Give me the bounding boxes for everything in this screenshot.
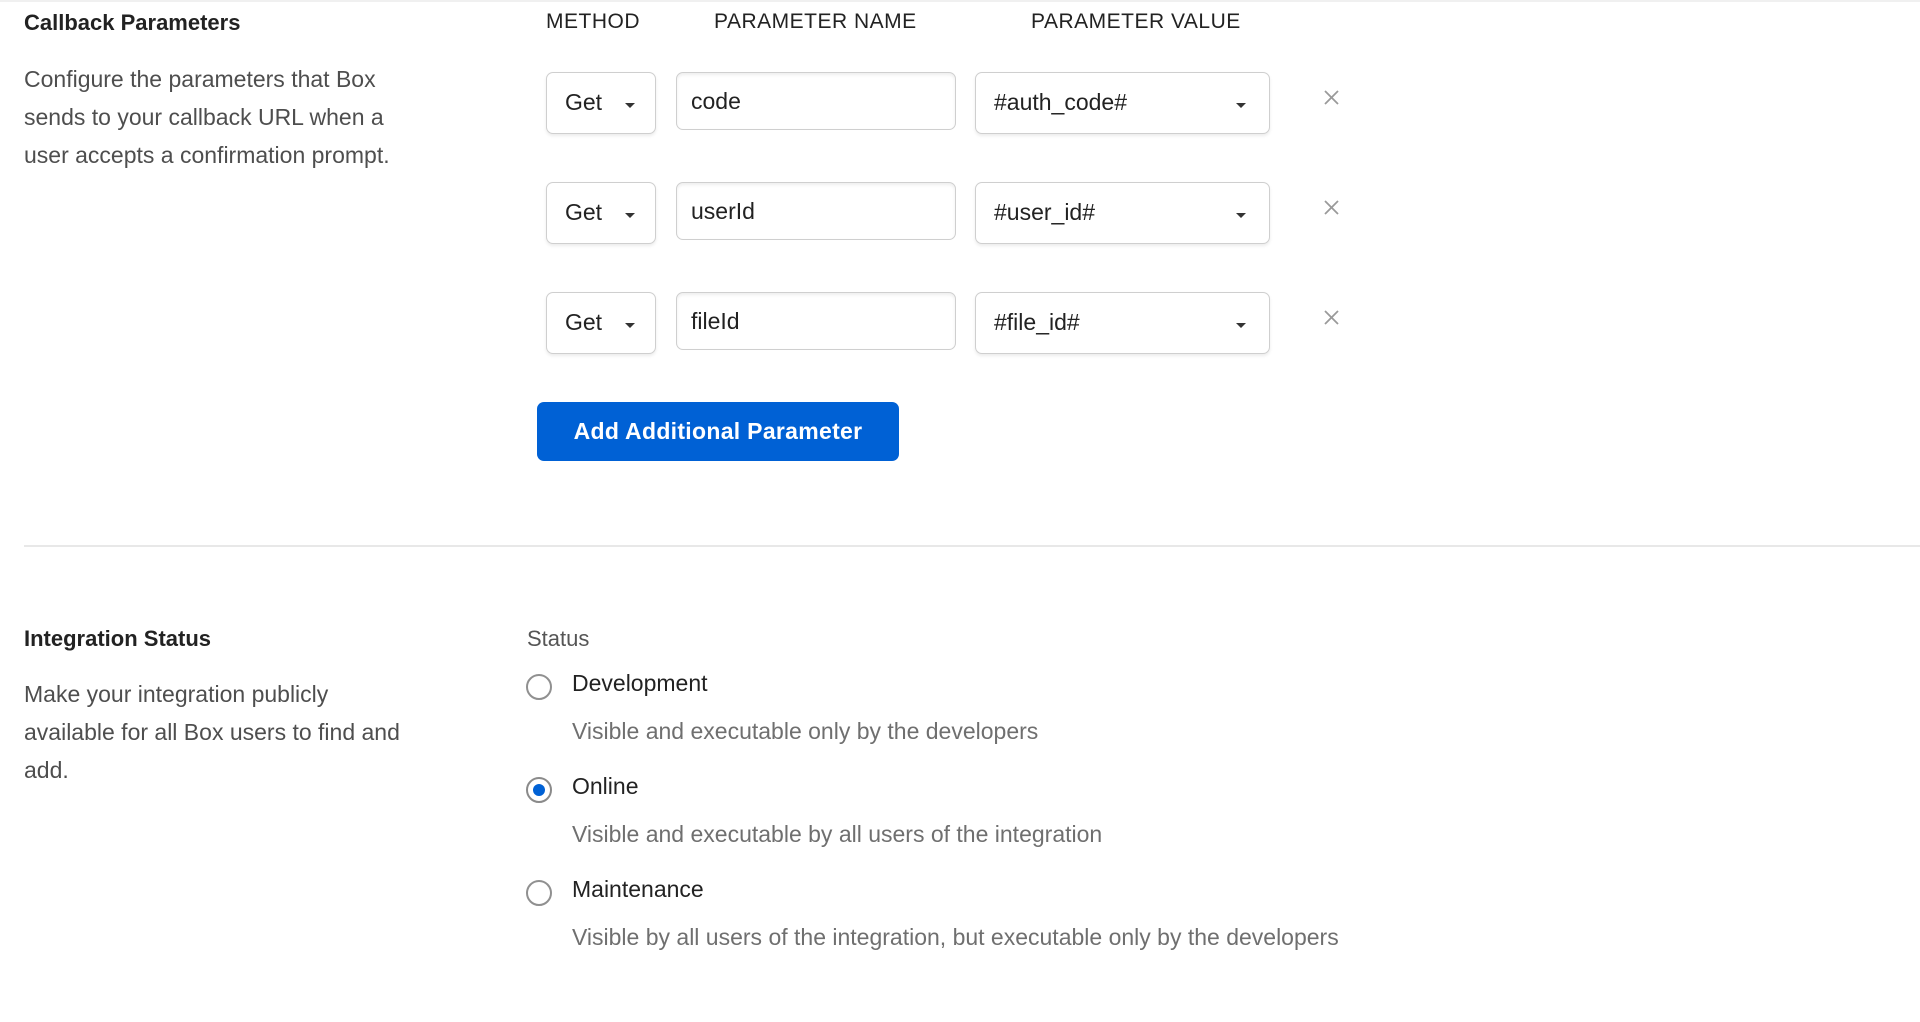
parameter-name-input[interactable] xyxy=(676,72,956,130)
callback-section-title: Callback Parameters xyxy=(24,10,241,35)
description-line: Configure the parameters that Box xyxy=(24,66,376,92)
description-line: sends to your callback URL when a xyxy=(24,104,384,130)
radio-development[interactable] xyxy=(526,674,552,700)
radio-help-text: Visible and executable only by the devel… xyxy=(572,718,1039,744)
caret-down-icon xyxy=(625,323,635,328)
radio-label[interactable]: Maintenance xyxy=(572,876,704,903)
caret-down-icon xyxy=(1236,213,1246,218)
parameter-name-input[interactable] xyxy=(676,182,956,240)
radio-help-text: Visible by all users of the integration,… xyxy=(572,924,1339,950)
parameter-row: Get #auth_code# xyxy=(546,72,1366,136)
caret-down-icon xyxy=(1236,103,1246,108)
caret-down-icon xyxy=(625,213,635,218)
method-column-header: METHOD xyxy=(546,10,640,33)
method-value: Get xyxy=(565,309,603,335)
parameter-name-input[interactable] xyxy=(676,292,956,350)
parameter-row: Get #user_id# xyxy=(546,182,1366,246)
callback-section-description: Configure the parameters that Box sends … xyxy=(24,60,454,174)
parameter-value: #auth_code# xyxy=(994,89,1128,115)
radio-help-text: Visible and executable by all users of t… xyxy=(572,821,1103,847)
description-line: available for all Box users to find and xyxy=(24,719,400,745)
description-line: add. xyxy=(24,757,69,783)
radio-label[interactable]: Development xyxy=(572,670,708,697)
radio-maintenance[interactable] xyxy=(526,880,552,906)
description-line: user accepts a confirmation prompt. xyxy=(24,142,390,168)
top-divider xyxy=(0,0,1920,2)
method-select[interactable]: Get xyxy=(546,72,656,134)
description-line: Make your integration publicly xyxy=(24,681,329,707)
method-value: Get xyxy=(565,199,603,225)
method-select[interactable]: Get xyxy=(546,182,656,244)
integration-status-title: Integration Status xyxy=(24,626,212,651)
parameter-value: #user_id# xyxy=(994,199,1096,225)
caret-down-icon xyxy=(625,103,635,108)
close-icon[interactable] xyxy=(1319,306,1343,330)
parameter-value-select[interactable]: #user_id# xyxy=(975,182,1270,244)
method-value: Get xyxy=(565,89,603,115)
close-icon[interactable] xyxy=(1319,196,1343,220)
caret-down-icon xyxy=(1236,323,1246,328)
status-field-label: Status xyxy=(527,626,590,651)
close-icon[interactable] xyxy=(1319,86,1343,110)
radio-online-selected[interactable] xyxy=(526,777,552,803)
method-select[interactable]: Get xyxy=(546,292,656,354)
parameter-row: Get #file_id# xyxy=(546,292,1366,356)
parameter-name-column-header: PARAMETER NAME xyxy=(714,10,917,33)
parameter-value-select[interactable]: #auth_code# xyxy=(975,72,1270,134)
radio-label[interactable]: Online xyxy=(572,773,638,800)
parameter-value: #file_id# xyxy=(994,309,1080,335)
integration-status-description: Make your integration publicly available… xyxy=(24,675,454,789)
parameter-value-column-header: PARAMETER VALUE xyxy=(1031,10,1241,33)
add-additional-parameter-button[interactable]: Add Additional Parameter xyxy=(537,402,899,461)
section-divider xyxy=(24,545,1920,547)
parameter-value-select[interactable]: #file_id# xyxy=(975,292,1270,354)
